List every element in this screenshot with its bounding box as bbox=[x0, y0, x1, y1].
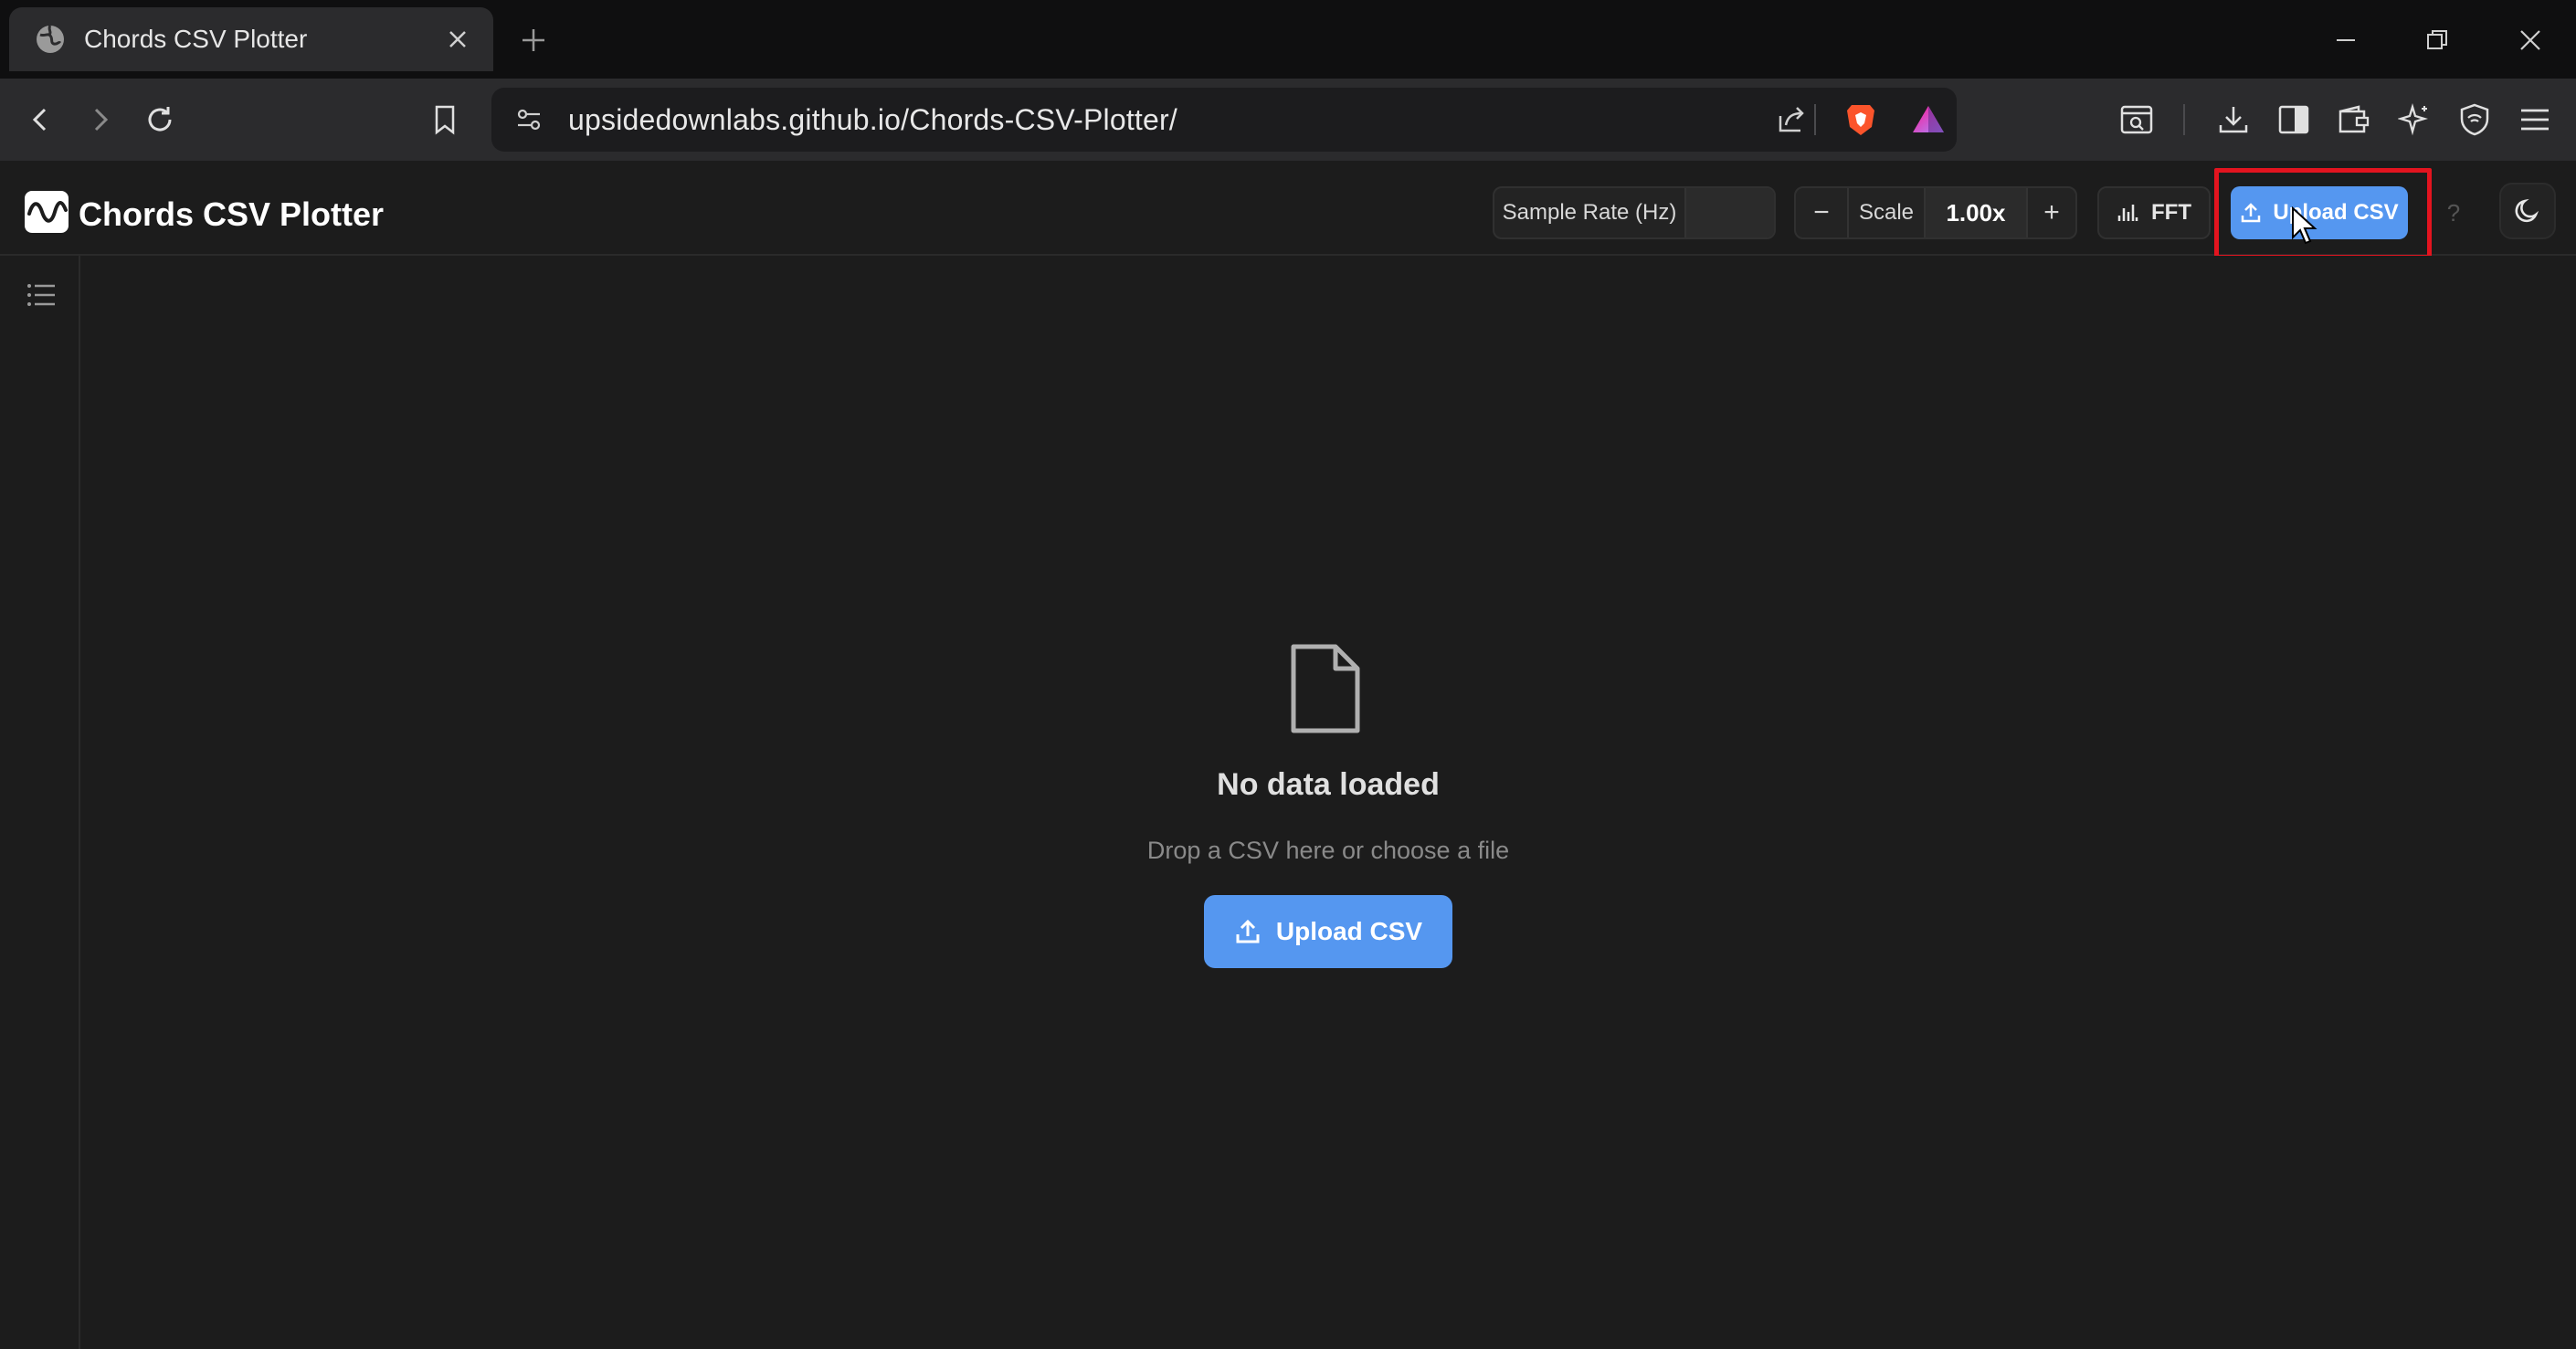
app-header: Chords CSV Plotter Sample Rate (Hz) − Sc… bbox=[0, 161, 2576, 256]
menu-icon[interactable] bbox=[2514, 99, 2556, 141]
scale-increase-button[interactable]: + bbox=[2028, 188, 2075, 237]
waveform-logo-icon bbox=[24, 190, 69, 234]
scale-control: − Scale 1.00x + bbox=[1794, 186, 2077, 239]
theme-toggle-button[interactable] bbox=[2499, 183, 2556, 239]
brave-shields-icon[interactable] bbox=[1840, 99, 1882, 141]
close-icon[interactable] bbox=[442, 24, 473, 55]
sample-rate-input[interactable] bbox=[1686, 188, 1774, 237]
back-icon[interactable] bbox=[20, 99, 62, 141]
leo-ai-icon[interactable] bbox=[2393, 99, 2435, 141]
vpn-shield-icon[interactable] bbox=[2454, 99, 2496, 141]
window-close-icon[interactable] bbox=[2512, 22, 2549, 58]
file-icon bbox=[1286, 643, 1365, 734]
empty-state-title: No data loaded bbox=[1217, 767, 1440, 802]
mouse-cursor-icon bbox=[2291, 206, 2318, 247]
sample-rate-control: Sample Rate (Hz) bbox=[1493, 186, 1776, 239]
address-bar[interactable]: upsidedownlabs.github.io/Chords-CSV-Plot… bbox=[491, 88, 1957, 152]
help-button[interactable]: ? bbox=[2430, 186, 2477, 239]
sample-rate-label: Sample Rate (Hz) bbox=[1502, 200, 1677, 225]
bar-chart-icon bbox=[2117, 203, 2138, 223]
fft-button[interactable]: FFT bbox=[2097, 186, 2211, 239]
share-icon[interactable] bbox=[1770, 99, 1812, 141]
wallet-icon[interactable] bbox=[2333, 99, 2375, 141]
new-tab-icon[interactable] bbox=[517, 24, 550, 57]
highlight-box bbox=[2214, 168, 2432, 259]
forward-icon[interactable] bbox=[79, 99, 121, 141]
list-icon[interactable] bbox=[22, 276, 60, 314]
download-icon[interactable] bbox=[2212, 99, 2254, 141]
browser-tab-strip: Chords CSV Plotter bbox=[0, 0, 2576, 79]
app-title: Chords CSV Plotter bbox=[79, 195, 385, 233]
sidebar-panel-icon[interactable] bbox=[2273, 99, 2315, 141]
tab-title: Chords CSV Plotter bbox=[84, 25, 308, 53]
bookmark-icon[interactable] bbox=[424, 99, 466, 141]
moon-icon bbox=[2513, 196, 2542, 226]
brave-rewards-icon[interactable] bbox=[1907, 99, 1949, 141]
scale-decrease-button[interactable]: − bbox=[1796, 188, 1847, 237]
browser-tab[interactable]: Chords CSV Plotter bbox=[9, 7, 493, 71]
upload-icon bbox=[1234, 918, 1262, 945]
restore-icon[interactable] bbox=[2419, 22, 2455, 58]
minimize-icon[interactable] bbox=[2328, 22, 2364, 58]
upload-csv-label: Upload CSV bbox=[1275, 917, 1423, 945]
main-drop-area[interactable]: No data loaded Drop a CSV here or choose… bbox=[80, 256, 2576, 1349]
empty-state-subtitle: Drop a CSV here or choose a file bbox=[1146, 837, 1510, 864]
omnibox-divider bbox=[1814, 104, 1816, 135]
globe-icon bbox=[35, 24, 66, 55]
reload-icon[interactable] bbox=[139, 99, 181, 141]
url-text[interactable]: upsidedownlabs.github.io/Chords-CSV-Plot… bbox=[568, 103, 1177, 137]
sidebar bbox=[0, 256, 80, 1349]
reader-mode-icon[interactable] bbox=[2116, 99, 2158, 141]
upload-csv-button[interactable]: Upload CSV bbox=[1204, 895, 1452, 968]
browser-toolbar: upsidedownlabs.github.io/Chords-CSV-Plot… bbox=[0, 79, 2576, 161]
fft-label: FFT bbox=[2151, 200, 2191, 225]
toolbar-divider bbox=[2183, 104, 2185, 135]
scale-value: 1.00x bbox=[1926, 188, 2026, 237]
scale-label: Scale bbox=[1858, 200, 1915, 225]
site-settings-icon[interactable] bbox=[508, 99, 550, 141]
